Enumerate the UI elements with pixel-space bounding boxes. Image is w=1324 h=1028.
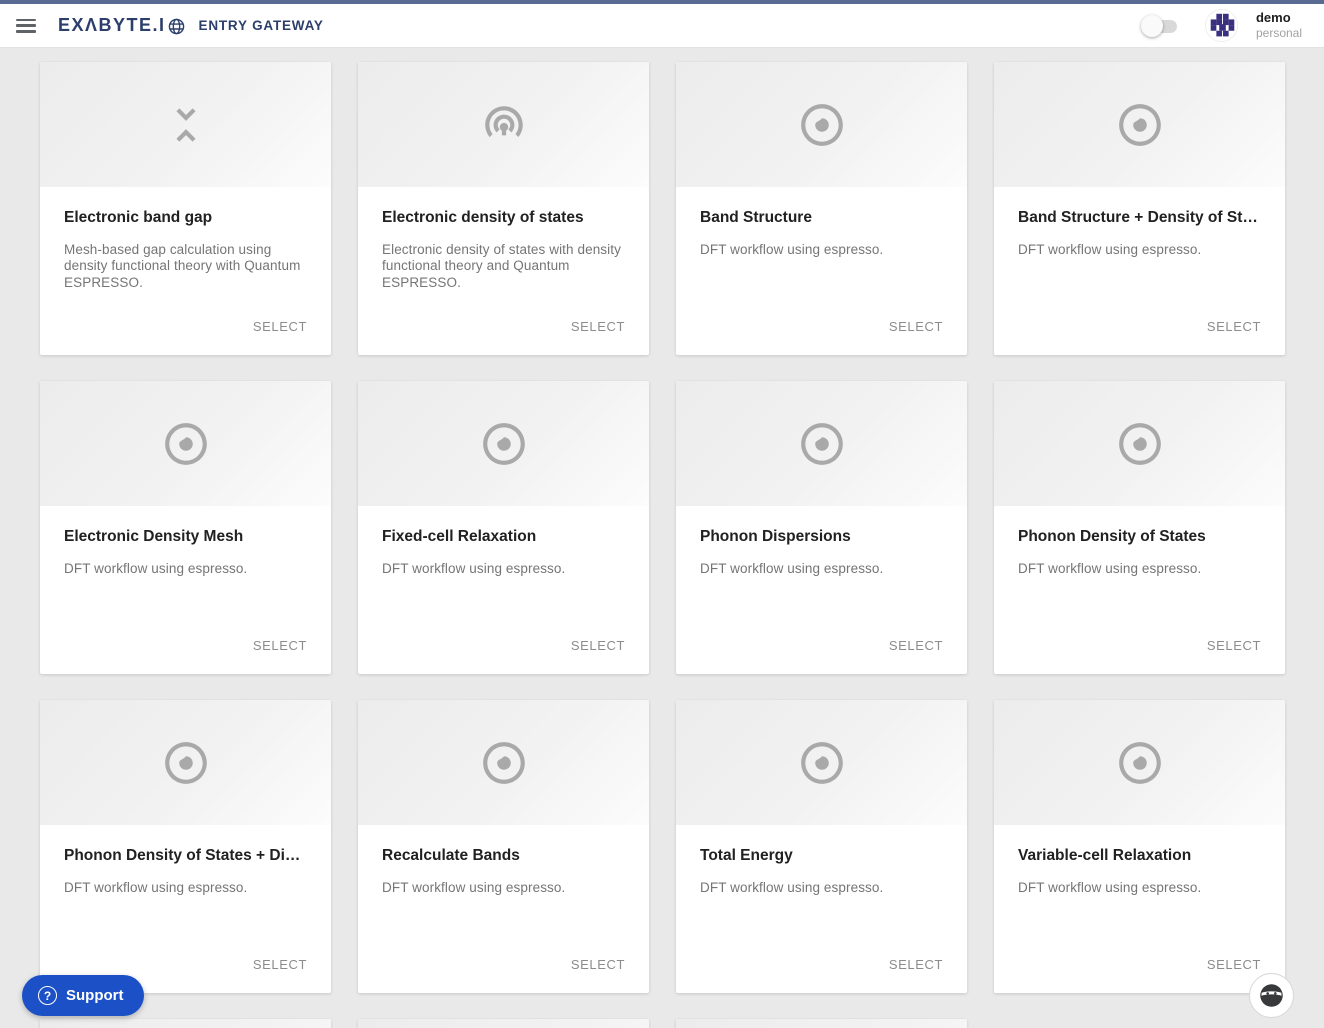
card-title: Total Energy [700,847,793,864]
card-media [40,1019,331,1028]
card-title: Phonon Dispersions [700,528,851,545]
workflow-card[interactable]: Total Energy DFT workflow using espresso… [676,700,967,993]
workflow-card-grid: Electronic band gap Mesh-based gap calcu… [0,48,1324,1028]
workflow-card[interactable]: Phonon Dispersions DFT workflow using es… [676,381,967,674]
card-media [358,62,649,187]
select-button[interactable]: SELECT [881,311,951,342]
card-title: Phonon Density of States [1018,528,1206,545]
card-title: Band Structure + Density of States [1018,209,1261,226]
workflow-card[interactable] [40,1019,331,1028]
card-media [676,1019,967,1028]
user-account-type: personal [1255,26,1302,41]
card-description: DFT workflow using espresso. [1018,880,1202,895]
workflow-card[interactable]: Electronic band gap Mesh-based gap calcu… [40,62,331,355]
card-media [676,700,967,825]
toggle-thumb [1140,14,1163,37]
select-button[interactable]: SELECT [245,949,315,980]
card-media [40,381,331,506]
card-media [994,700,1285,825]
adjust-icon [1118,422,1161,465]
card-description: DFT workflow using espresso. [700,242,884,257]
adjust-icon [1118,741,1161,784]
user-info[interactable]: demo personal [1256,10,1302,41]
app-header: EXΛBYTE.I ENTRY GATEWAY demo personal [0,4,1324,48]
card-title: Recalculate Bands [382,847,520,864]
card-description: DFT workflow using espresso. [700,880,884,895]
adjust-icon [164,422,207,465]
workflow-card[interactable] [676,1019,967,1028]
adjust-icon [482,741,525,784]
select-button[interactable]: SELECT [881,630,951,661]
workflow-card[interactable]: Band Structure DFT workflow using espres… [676,62,967,355]
avatar[interactable] [1204,9,1238,42]
exabyte-logo[interactable]: EXΛBYTE.I [58,15,185,36]
logo-text: EXΛBYTE.I [58,15,166,35]
workflow-card[interactable]: Variable-cell Relaxation DFT workflow us… [994,700,1285,993]
card-description: DFT workflow using espresso. [382,880,566,895]
workflow-card[interactable]: Electronic Density Mesh DFT workflow usi… [40,381,331,674]
support-button[interactable]: ? Support [22,975,144,1016]
card-media [358,381,649,506]
adjust-icon [482,422,525,465]
select-button[interactable]: SELECT [563,949,633,980]
feedback-button[interactable] [1249,973,1294,1018]
workflow-card[interactable]: Recalculate Bands DFT workflow using esp… [358,700,649,993]
card-description: Electronic density of states with densit… [382,242,621,290]
workflow-card[interactable] [358,1019,649,1028]
card-media [676,381,967,506]
card-media [994,62,1285,187]
support-label: Support [66,987,124,1004]
identicon-icon [1205,10,1237,41]
card-media [994,381,1285,506]
workflow-card[interactable]: Electronic density of states Electronic … [358,62,649,355]
menu-icon[interactable] [16,18,36,33]
select-button[interactable]: SELECT [563,630,633,661]
select-button[interactable]: SELECT [1199,949,1269,980]
card-media [358,1019,649,1028]
wifi-tethering-icon [484,105,523,137]
adjust-icon [800,422,843,465]
card-description: DFT workflow using espresso. [1018,242,1202,257]
card-media [358,700,649,825]
adjust-icon [800,103,843,146]
card-title: Electronic Density Mesh [64,528,244,545]
select-button[interactable]: SELECT [1199,630,1269,661]
theme-toggle[interactable] [1140,14,1177,37]
workflow-card[interactable]: Phonon Density of States + Dispersions D… [40,700,331,993]
logo-globe-icon [168,18,184,34]
card-title: Fixed-cell Relaxation [382,528,537,545]
card-media [40,62,331,187]
card-title: Electronic band gap [64,209,213,226]
card-description: DFT workflow using espresso. [1018,561,1202,576]
adjust-icon [164,741,207,784]
select-button[interactable]: SELECT [245,311,315,342]
user-name: demo [1255,9,1291,25]
select-button[interactable]: SELECT [1199,311,1269,342]
unfold-less-icon [175,107,196,142]
card-description: Mesh-based gap calculation using density… [64,242,301,290]
select-button[interactable]: SELECT [881,949,951,980]
adjust-icon [800,741,843,784]
card-title: Variable-cell Relaxation [1018,847,1192,864]
adjust-icon [1118,103,1161,146]
select-button[interactable]: SELECT [245,630,315,661]
workflow-card[interactable]: Fixed-cell Relaxation DFT workflow using… [358,381,649,674]
card-description: DFT workflow using espresso. [382,561,566,576]
card-description: DFT workflow using espresso. [64,561,248,576]
select-button[interactable]: SELECT [563,311,633,342]
card-title: Band Structure [700,209,812,226]
workflow-card[interactable]: Phonon Density of States DFT workflow us… [994,381,1285,674]
help-question-icon: ? [38,986,57,1005]
card-title: Electronic density of states [382,209,584,226]
workflow-card[interactable]: Band Structure + Density of States DFT w… [994,62,1285,355]
card-description: DFT workflow using espresso. [700,561,884,576]
face-icon [1260,984,1283,1007]
card-media [676,62,967,187]
card-media [40,700,331,825]
page-title: ENTRY GATEWAY [198,18,324,33]
card-description: DFT workflow using espresso. [64,880,248,895]
card-title: Phonon Density of States + Dispersions [64,847,307,864]
